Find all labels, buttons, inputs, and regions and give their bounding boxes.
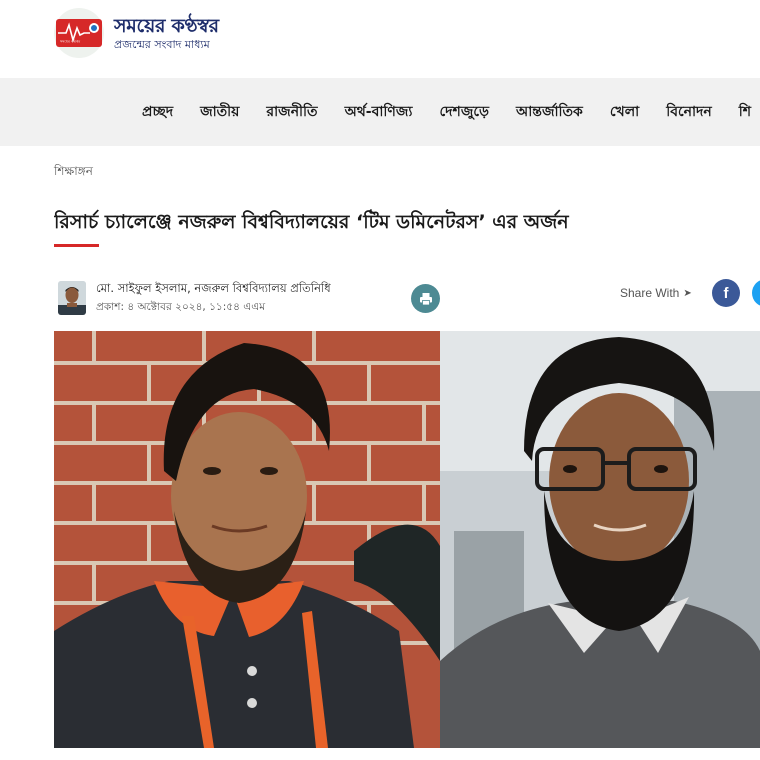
nav-item-1[interactable]: জাতীয়: [200, 100, 239, 124]
author-avatar[interactable]: [58, 281, 86, 315]
site-tagline: প্রজন্মের সংবাদ মাধ্যম: [114, 38, 210, 51]
category-label[interactable]: শিক্ষাঙ্গন: [54, 163, 93, 183]
site-name: সময়ের কণ্ঠস্বর: [114, 15, 219, 37]
article-headline: রিসার্চ চ্যালেঞ্জে নজরুল বিশ্ববিদ্যালয়ে…: [54, 211, 569, 233]
hero-right-portrait: [440, 331, 760, 748]
hero-left-portrait: [54, 331, 440, 748]
nav-item-5[interactable]: আন্তর্জাতিক: [516, 100, 583, 124]
nav-item-6[interactable]: খেলা: [610, 100, 639, 124]
share-arrow-icon: ➤: [683, 287, 692, 299]
facebook-share-button[interactable]: f: [712, 279, 740, 307]
published-date: প্রকাশ: ৪ অক্টোবর ২০২৪, ১১:৫৪ এএম: [96, 301, 266, 313]
main-nav: প্রচ্ছদ জাতীয় রাজনীতি অর্থ-বাণিজ্য দেশজুড়ে…: [0, 78, 760, 146]
nav-item-3[interactable]: অর্থ-বাণিজ্য: [345, 100, 413, 124]
nav-item-0[interactable]: প্রচ্ছদ: [142, 100, 173, 124]
share-with: Share With ➤: [620, 278, 692, 308]
nav-item-8[interactable]: শি: [739, 100, 751, 124]
logo-mark-icon: সময়ের কণ্ঠস্বর: [54, 8, 104, 58]
headline-accent-bar: [54, 244, 99, 247]
logo-badge-text: সময়ের কণ্ঠস্বর: [60, 38, 81, 44]
nav-list: প্রচ্ছদ জাতীয় রাজনীতি অর্থ-বাণিজ্য দেশজুড়ে…: [142, 78, 760, 146]
twitter-share-button[interactable]: [752, 279, 760, 307]
byline: মো. সাইফুল ইসলাম, নজরুল বিশ্ববিদ্যালয় প…: [54, 279, 454, 319]
share-with-label: Share With: [620, 286, 680, 300]
print-button[interactable]: [411, 284, 440, 313]
nav-item-4[interactable]: দেশজুড়ে: [440, 100, 489, 124]
article-hero-image: [54, 331, 760, 748]
print-icon: [419, 292, 432, 305]
site-logo[interactable]: সময়ের কণ্ঠস্বর সময়ের কণ্ঠস্বর প্রজন্মে…: [54, 8, 244, 58]
author-name[interactable]: মো. সাইফুল ইসলাম, নজরুল বিশ্ববিদ্যালয় প…: [96, 280, 331, 299]
nav-item-7[interactable]: বিনোদন: [666, 100, 712, 124]
site-header: সময়ের কণ্ঠস্বর সময়ের কণ্ঠস্বর প্রজন্মে…: [0, 0, 760, 78]
nav-item-2[interactable]: রাজনীতি: [266, 100, 317, 124]
facebook-icon: f: [723, 284, 729, 302]
